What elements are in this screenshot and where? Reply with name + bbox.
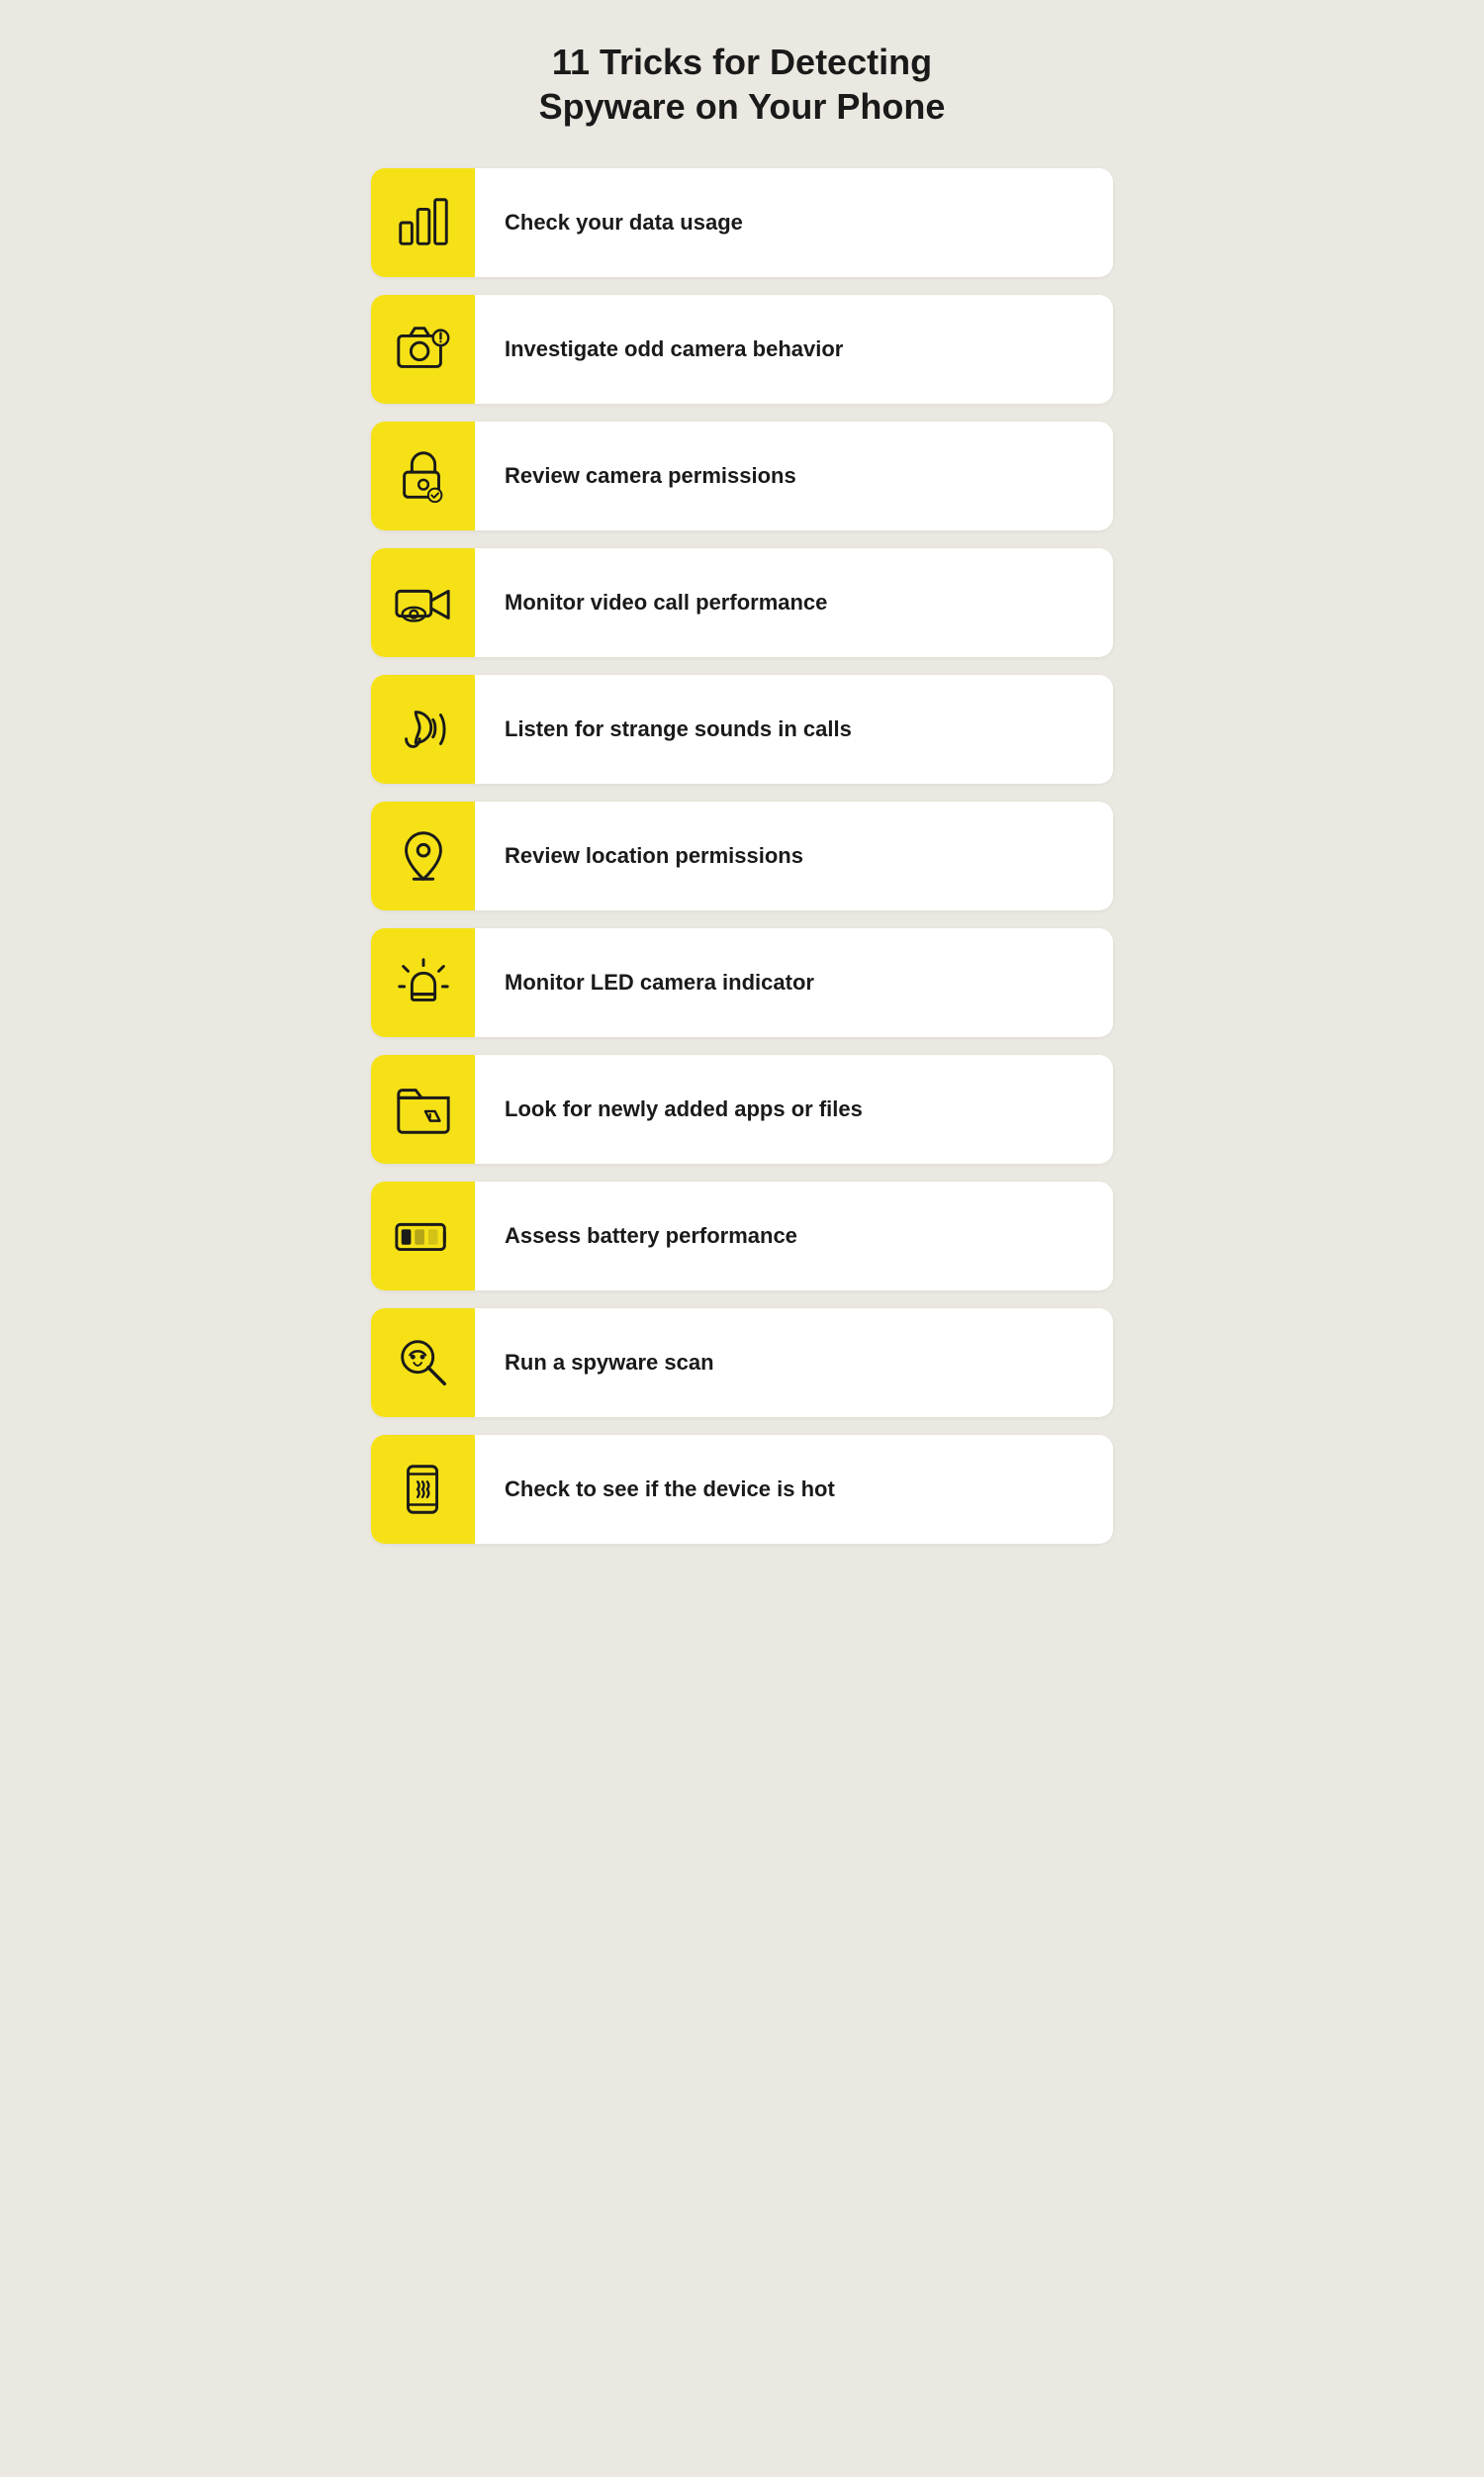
alarm-light-icon <box>371 928 475 1037</box>
ear-waves-icon <box>371 675 475 784</box>
list-item: Run a spyware scan <box>371 1308 1113 1417</box>
list-item: Review camera permissions <box>371 422 1113 530</box>
item-label-8: Look for newly added apps or files <box>475 1076 892 1144</box>
phone-heat-icon <box>371 1435 475 1544</box>
list-item: Review location permissions <box>371 802 1113 910</box>
bar-chart-icon <box>371 168 475 277</box>
lock-check-icon <box>371 422 475 530</box>
page-title: 11 Tricks for Detecting Spyware on Your … <box>371 40 1113 129</box>
list-item: Monitor video call performance <box>371 548 1113 657</box>
list-item: Check to see if the device is hot <box>371 1435 1113 1544</box>
item-label-1: Check your data usage <box>475 189 773 257</box>
item-label-4: Monitor video call performance <box>475 569 857 637</box>
item-label-3: Review camera permissions <box>475 442 826 511</box>
camera-alert-icon <box>371 295 475 404</box>
list-item: Investigate odd camera behavior <box>371 295 1113 404</box>
item-label-9: Assess battery performance <box>475 1202 827 1271</box>
item-label-5: Listen for strange sounds in calls <box>475 696 881 764</box>
main-container: 11 Tricks for Detecting Spyware on Your … <box>371 40 1113 1544</box>
spy-search-icon <box>371 1308 475 1417</box>
list-item: Listen for strange sounds in calls <box>371 675 1113 784</box>
list-item: Look for newly added apps or files <box>371 1055 1113 1164</box>
item-label-7: Monitor LED camera indicator <box>475 949 844 1017</box>
items-list: Check your data usage Investigate odd ca… <box>371 168 1113 1544</box>
battery-low-icon <box>371 1182 475 1290</box>
location-pin-icon <box>371 802 475 910</box>
item-label-6: Review location permissions <box>475 822 833 891</box>
list-item: Check your data usage <box>371 168 1113 277</box>
item-label-10: Run a spyware scan <box>475 1329 744 1397</box>
item-label-2: Investigate odd camera behavior <box>475 316 873 384</box>
list-item: Assess battery performance <box>371 1182 1113 1290</box>
folder-warning-icon <box>371 1055 475 1164</box>
list-item: Monitor LED camera indicator <box>371 928 1113 1037</box>
video-eye-icon <box>371 548 475 657</box>
item-label-11: Check to see if the device is hot <box>475 1456 865 1524</box>
